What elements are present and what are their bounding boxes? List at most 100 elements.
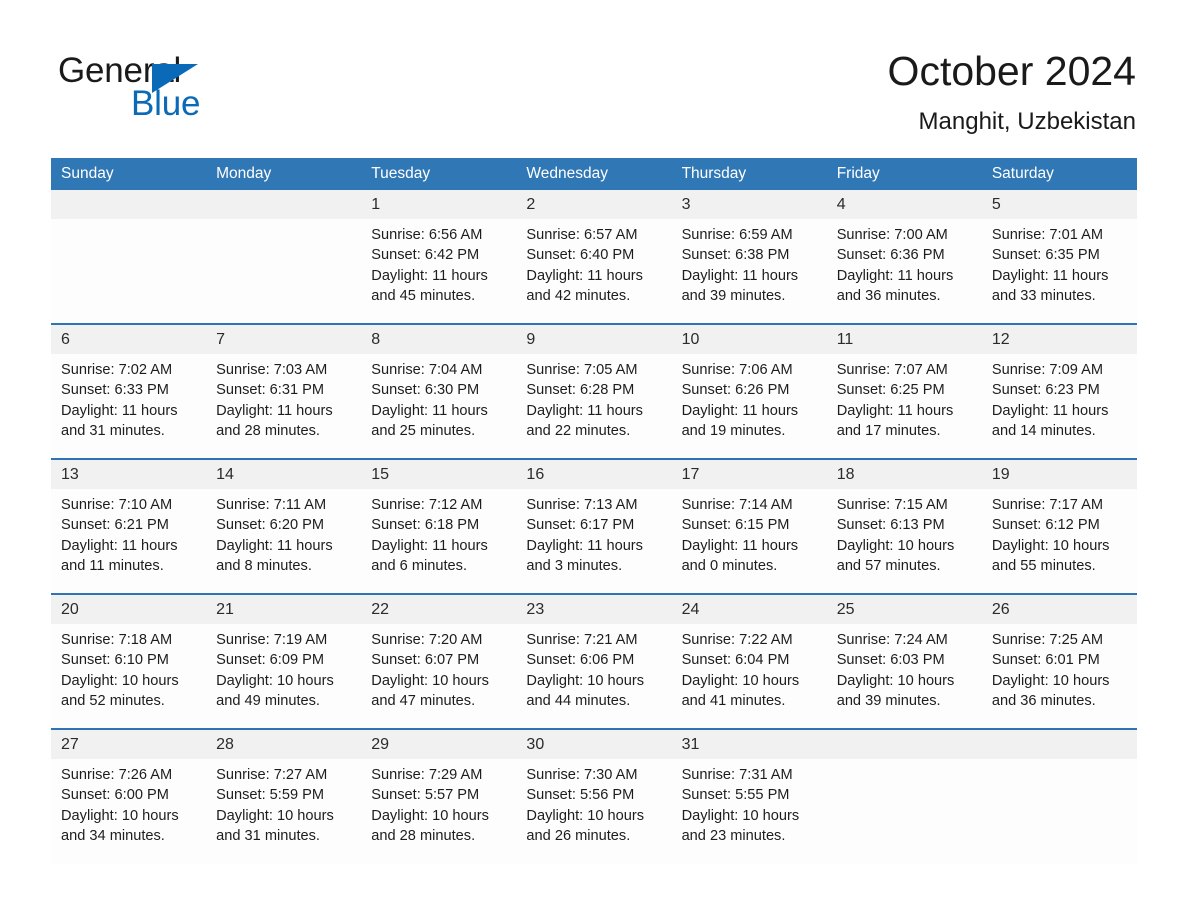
day-cell[interactable]: Sunrise: 7:06 AM Sunset: 6:26 PM Dayligh… xyxy=(671,354,827,459)
day-cell[interactable]: Sunrise: 7:22 AM Sunset: 6:04 PM Dayligh… xyxy=(671,624,827,729)
day-cell[interactable]: Sunrise: 7:09 AM Sunset: 6:23 PM Dayligh… xyxy=(981,354,1137,459)
sunset-text: Sunset: 6:36 PM xyxy=(836,247,945,264)
sunrise-text: Sunrise: 7:03 AM xyxy=(216,362,328,378)
daylight-text: Daylight: 11 hours and 11 minutes. xyxy=(61,537,178,574)
sunrise-text: Sunrise: 7:17 AM xyxy=(991,497,1103,513)
day-cell[interactable] xyxy=(206,219,362,324)
day-number xyxy=(826,728,982,759)
day-cell[interactable] xyxy=(981,759,1137,864)
day-cell[interactable]: Sunrise: 7:04 AM Sunset: 6:30 PM Dayligh… xyxy=(361,354,517,459)
day-cell[interactable] xyxy=(51,219,207,324)
sunrise-text: Sunrise: 7:13 AM xyxy=(526,497,638,513)
day-cell[interactable]: Sunrise: 7:18 AM Sunset: 6:10 PM Dayligh… xyxy=(51,624,207,729)
day-cell[interactable]: Sunrise: 7:15 AM Sunset: 6:13 PM Dayligh… xyxy=(826,489,982,594)
day-cell[interactable]: Sunrise: 7:21 AM Sunset: 6:06 PM Dayligh… xyxy=(516,624,672,729)
daylight-text: Daylight: 11 hours and 19 minutes. xyxy=(681,402,799,439)
day-cell[interactable]: Sunrise: 7:00 AM Sunset: 6:36 PM Dayligh… xyxy=(826,219,982,324)
day-cell[interactable]: Sunrise: 7:17 AM Sunset: 6:12 PM Dayligh… xyxy=(981,489,1137,594)
sunset-text: Sunset: 6:15 PM xyxy=(681,517,790,534)
sunset-text: Sunset: 6:25 PM xyxy=(836,382,945,399)
day-cell[interactable]: Sunrise: 7:02 AM Sunset: 6:33 PM Dayligh… xyxy=(51,354,207,459)
daylight-text: Daylight: 10 hours and 39 minutes. xyxy=(836,672,955,709)
sunset-text: Sunset: 6:20 PM xyxy=(216,517,325,534)
day-cell[interactable]: Sunrise: 7:27 AM Sunset: 5:59 PM Dayligh… xyxy=(206,759,362,864)
day-number: 19 xyxy=(981,458,1137,489)
day-number: 29 xyxy=(361,728,517,759)
day-number: 26 xyxy=(981,593,1137,624)
sunset-text: Sunset: 6:30 PM xyxy=(371,382,480,399)
sunrise-text: Sunrise: 7:05 AM xyxy=(526,362,638,378)
column-header-monday: Monday xyxy=(206,158,362,190)
daylight-text: Daylight: 10 hours and 31 minutes. xyxy=(216,807,334,844)
day-number: 21 xyxy=(206,593,362,624)
sunrise-text: Sunrise: 7:26 AM xyxy=(61,767,173,783)
day-cell[interactable]: Sunrise: 7:30 AM Sunset: 5:56 PM Dayligh… xyxy=(516,759,672,864)
day-detail-row: Sunrise: 6:56 AM Sunset: 6:42 PM Dayligh… xyxy=(51,219,1137,324)
day-number: 3 xyxy=(671,190,827,219)
day-cell[interactable]: Sunrise: 7:03 AM Sunset: 6:31 PM Dayligh… xyxy=(206,354,362,459)
day-detail-row: Sunrise: 7:10 AM Sunset: 6:21 PM Dayligh… xyxy=(51,489,1137,594)
sunset-text: Sunset: 5:56 PM xyxy=(526,787,635,804)
day-cell[interactable]: Sunrise: 7:07 AM Sunset: 6:25 PM Dayligh… xyxy=(826,354,982,459)
day-cell[interactable]: Sunrise: 6:56 AM Sunset: 6:42 PM Dayligh… xyxy=(361,219,517,324)
sunset-text: Sunset: 6:28 PM xyxy=(526,382,635,399)
day-cell[interactable]: Sunrise: 7:10 AM Sunset: 6:21 PM Dayligh… xyxy=(51,489,207,594)
general-blue-logo[interactable]: General Blue xyxy=(58,52,358,132)
sunrise-text: Sunrise: 6:59 AM xyxy=(681,227,793,243)
daylight-text: Daylight: 10 hours and 41 minutes. xyxy=(681,672,800,709)
sunrise-text: Sunrise: 6:56 AM xyxy=(371,227,483,243)
day-number: 23 xyxy=(516,593,672,624)
daylight-text: Daylight: 11 hours and 36 minutes. xyxy=(836,267,954,304)
day-cell[interactable]: Sunrise: 6:57 AM Sunset: 6:40 PM Dayligh… xyxy=(516,219,672,324)
day-cell[interactable]: Sunrise: 7:01 AM Sunset: 6:35 PM Dayligh… xyxy=(981,219,1137,324)
daylight-text: Daylight: 11 hours and 33 minutes. xyxy=(991,267,1109,304)
daylight-text: Daylight: 10 hours and 23 minutes. xyxy=(681,807,800,844)
page-header: General Blue October 2024 Manghit, Uzbek… xyxy=(0,0,1188,158)
column-header-saturday: Saturday xyxy=(981,158,1137,190)
day-cell[interactable]: Sunrise: 7:12 AM Sunset: 6:18 PM Dayligh… xyxy=(361,489,517,594)
day-cell[interactable]: Sunrise: 7:25 AM Sunset: 6:01 PM Dayligh… xyxy=(981,624,1137,729)
day-cell[interactable] xyxy=(826,759,982,864)
sunset-text: Sunset: 6:23 PM xyxy=(991,382,1100,399)
day-cell[interactable]: Sunrise: 7:20 AM Sunset: 6:07 PM Dayligh… xyxy=(361,624,517,729)
sunset-text: Sunset: 6:10 PM xyxy=(61,652,169,669)
sunset-text: Sunset: 6:26 PM xyxy=(681,382,790,399)
daylight-text: Daylight: 11 hours and 17 minutes. xyxy=(836,402,954,439)
sunrise-text: Sunrise: 7:04 AM xyxy=(371,362,483,378)
day-cell[interactable]: Sunrise: 7:19 AM Sunset: 6:09 PM Dayligh… xyxy=(206,624,362,729)
sunrise-text: Sunrise: 7:18 AM xyxy=(61,632,173,648)
sunset-text: Sunset: 6:07 PM xyxy=(371,652,480,669)
sunrise-text: Sunrise: 7:06 AM xyxy=(681,362,793,378)
daylight-text: Daylight: 10 hours and 52 minutes. xyxy=(61,672,179,709)
day-of-week-header-row: Sunday Monday Tuesday Wednesday Thursday… xyxy=(51,158,1137,190)
day-number: 10 xyxy=(671,323,827,354)
daylight-text: Daylight: 11 hours and 8 minutes. xyxy=(216,537,333,574)
day-number: 4 xyxy=(826,190,982,219)
day-cell[interactable]: Sunrise: 7:14 AM Sunset: 6:15 PM Dayligh… xyxy=(671,489,827,594)
day-cell[interactable]: Sunrise: 7:05 AM Sunset: 6:28 PM Dayligh… xyxy=(516,354,672,459)
daylight-text: Daylight: 11 hours and 22 minutes. xyxy=(526,402,643,439)
logo-text-blue: Blue xyxy=(131,84,201,123)
daylight-text: Daylight: 10 hours and 34 minutes. xyxy=(61,807,179,844)
sunset-text: Sunset: 5:57 PM xyxy=(371,787,480,804)
day-cell[interactable]: Sunrise: 7:13 AM Sunset: 6:17 PM Dayligh… xyxy=(516,489,672,594)
sunrise-text: Sunrise: 7:21 AM xyxy=(526,632,638,648)
day-cell[interactable]: Sunrise: 6:59 AM Sunset: 6:38 PM Dayligh… xyxy=(671,219,827,324)
sunset-text: Sunset: 6:40 PM xyxy=(526,247,635,264)
sunrise-text: Sunrise: 7:14 AM xyxy=(681,497,793,513)
day-cell[interactable]: Sunrise: 7:29 AM Sunset: 5:57 PM Dayligh… xyxy=(361,759,517,864)
day-number: 27 xyxy=(51,728,207,759)
day-cell[interactable]: Sunrise: 7:24 AM Sunset: 6:03 PM Dayligh… xyxy=(826,624,982,729)
day-number: 16 xyxy=(516,458,672,489)
sunrise-text: Sunrise: 7:02 AM xyxy=(61,362,173,378)
day-number: 11 xyxy=(826,323,982,354)
column-header-thursday: Thursday xyxy=(671,158,827,190)
sunrise-text: Sunrise: 7:07 AM xyxy=(836,362,948,378)
day-number: 7 xyxy=(206,323,362,354)
day-cell[interactable]: Sunrise: 7:11 AM Sunset: 6:20 PM Dayligh… xyxy=(206,489,362,594)
day-number: 15 xyxy=(361,458,517,489)
day-cell[interactable]: Sunrise: 7:31 AM Sunset: 5:55 PM Dayligh… xyxy=(671,759,827,864)
sunset-text: Sunset: 6:00 PM xyxy=(61,787,169,804)
day-number-row: 13 14 15 16 17 18 19 xyxy=(51,458,1137,489)
day-cell[interactable]: Sunrise: 7:26 AM Sunset: 6:00 PM Dayligh… xyxy=(51,759,207,864)
